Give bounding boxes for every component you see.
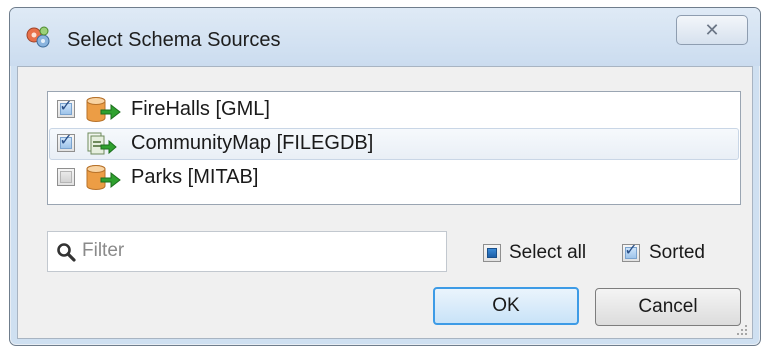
cancel-button[interactable]: Cancel [595, 288, 741, 326]
select-all-label[interactable]: Select all [509, 242, 586, 264]
checkmark-icon: ✓ [624, 242, 638, 259]
dialog-window: Select Schema Sources ✕ ✓ FireHalls [GML… [9, 7, 761, 346]
partial-state-indicator [487, 248, 497, 258]
close-button[interactable]: ✕ [676, 15, 748, 45]
ok-button[interactable]: OK [433, 287, 579, 325]
source-checkbox[interactable] [57, 168, 75, 186]
schema-source-list[interactable]: ✓ FireHalls [GML] ✓ CommunityMap [FILEGD… [47, 91, 741, 205]
filter-input[interactable] [82, 237, 437, 265]
source-label: FireHalls [GML] [131, 98, 270, 120]
dialog-body: ✓ FireHalls [GML] ✓ CommunityMap [FILEGD… [17, 66, 753, 339]
checkmark-icon: ✓ [59, 98, 73, 115]
checkmark-icon: ✓ [59, 132, 73, 149]
sorted-label[interactable]: Sorted [649, 242, 705, 264]
list-item[interactable]: ✓ FireHalls [GML] [49, 94, 739, 126]
source-label: CommunityMap [FILEGDB] [131, 132, 374, 154]
title-bar[interactable]: Select Schema Sources ✕ [10, 8, 760, 66]
app-gears-icon [24, 23, 52, 51]
source-label: Parks [MITAB] [131, 166, 259, 188]
source-checkbox[interactable]: ✓ [57, 132, 75, 152]
source-checkbox[interactable]: ✓ [57, 98, 75, 118]
close-icon: ✕ [704, 19, 720, 40]
sorted-checkbox[interactable]: ✓ [622, 242, 640, 262]
search-icon [56, 242, 76, 262]
dialog-title: Select Schema Sources [67, 29, 281, 51]
list-item[interactable]: Parks [MITAB] [49, 162, 739, 194]
filegdb-arrow-icon [85, 130, 123, 158]
resize-grip-icon[interactable] [736, 323, 748, 335]
filter-field[interactable] [47, 231, 447, 272]
database-arrow-icon [85, 96, 123, 124]
list-item[interactable]: ✓ CommunityMap [FILEGDB] [49, 128, 739, 160]
select-all-checkbox[interactable] [483, 244, 501, 262]
database-arrow-icon [85, 164, 123, 192]
